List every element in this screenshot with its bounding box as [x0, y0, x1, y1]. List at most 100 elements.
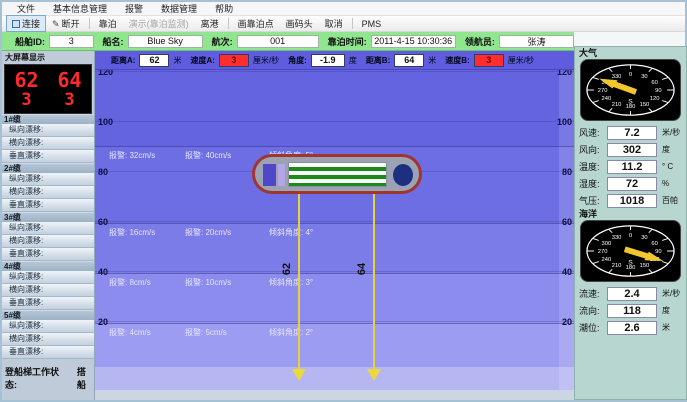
- ship-id-field[interactable]: 3: [49, 35, 94, 48]
- ruler-value-right: 100: [557, 117, 572, 127]
- big-screen-display-title: 大屏幕显示: [2, 51, 94, 64]
- left-sidebar: 大屏幕显示 626433 1#缆纵向漂移:横向漂移:垂直漂移:2#缆纵向漂移:横…: [2, 51, 95, 400]
- menu-item-file[interactable]: 文件: [8, 2, 44, 15]
- environment-panel: 大气 0306090120150180210240270300330S 风速:7…: [574, 46, 687, 400]
- tide-level-label: 潮位:: [579, 321, 607, 334]
- drift-row-3-2[interactable]: 横向漂移:: [2, 235, 94, 248]
- angle-value: -1.9: [311, 54, 345, 67]
- mooring-section-header-5: 5#缆: [2, 310, 94, 320]
- alarm-threshold-line: 报警: 4cm/s报警: 5cm/s倾斜角度: 2°: [95, 323, 574, 338]
- drift-row-5-2[interactable]: 横向漂移:: [2, 333, 94, 346]
- drift-row-4-2[interactable]: 横向漂移:: [2, 284, 94, 297]
- current-speed-unit: 米/秒: [662, 288, 680, 299]
- drift-row-1-2[interactable]: 横向漂移:: [2, 137, 94, 150]
- drift-row-3-3[interactable]: 垂直漂移:: [2, 248, 94, 261]
- drift-row-2-2[interactable]: 横向漂移:: [2, 186, 94, 199]
- svg-text:90: 90: [655, 249, 661, 255]
- ruler-value-right: 80: [562, 167, 572, 177]
- ruler-gridline: [95, 71, 574, 72]
- alarm-tilt-label: 倾斜角度: 4°: [269, 227, 313, 238]
- mooring-section-header-2: 2#缆: [2, 163, 94, 173]
- temperature-value: 11.2: [607, 160, 657, 174]
- speed-b-unit: 厘米/秒: [508, 55, 534, 66]
- led-row: 6264: [5, 70, 91, 90]
- drift-row-1-3[interactable]: 垂直漂移:: [2, 150, 94, 163]
- toolbar-button-disconnect[interactable]: ✎断开: [46, 15, 86, 32]
- ship-top-view: [252, 154, 422, 194]
- measurement-bar: 距离A:62米速度A:3厘米/秒角度:-1.9度距离B:64米速度B:3厘米/秒: [95, 51, 574, 70]
- ruler-value-left: 80: [98, 167, 108, 177]
- speed-a-label: 速度A:: [190, 55, 214, 66]
- svg-text:240: 240: [602, 96, 612, 102]
- menu-item-help[interactable]: 帮助: [206, 2, 242, 15]
- ruler-value-right: 20: [562, 317, 572, 327]
- toolbar-button-draw-berth-point[interactable]: 画靠泊点: [232, 15, 280, 32]
- wind-speed-unit: 米/秒: [662, 127, 680, 138]
- toolbar-button-draw-dock[interactable]: 画码头: [280, 15, 319, 32]
- svg-text:330: 330: [612, 235, 622, 241]
- drift-row-5-3[interactable]: 垂直漂移:: [2, 346, 94, 359]
- drift-row-3-1[interactable]: 纵向漂移:: [2, 222, 94, 235]
- distance-a-label: 距离A:: [111, 55, 135, 66]
- current-direction-unit: 度: [662, 305, 670, 316]
- ocean-readings: 流速:2.4米/秒流向:118度潮位:2.6米: [579, 285, 682, 336]
- mooring-section-header-1: 1#缆: [2, 114, 94, 124]
- drift-row-2-1[interactable]: 纵向漂移:: [2, 173, 94, 186]
- ship-bow: [393, 164, 413, 186]
- toolbar-button-pms[interactable]: PMS: [356, 17, 388, 31]
- led-value: 3: [21, 92, 31, 109]
- wind-speed-row: 风速:7.2米/秒: [579, 124, 682, 141]
- angle-label: 角度:: [288, 55, 307, 66]
- drift-row-4-1[interactable]: 纵向漂移:: [2, 271, 94, 284]
- led-row: 33: [5, 92, 91, 109]
- measure-distance-label-a: 62: [281, 263, 293, 275]
- tide-level-value: 2.6: [607, 321, 657, 335]
- measure-line-b: [373, 194, 375, 371]
- menu-item-basic-info-mgmt[interactable]: 基本信息管理: [44, 2, 116, 15]
- mooring-section-header-4: 4#缆: [2, 261, 94, 271]
- menu-item-alarm[interactable]: 报警: [116, 2, 152, 15]
- weather-panel-title: 大气: [579, 48, 682, 58]
- speed-a-unit: 厘米/秒: [253, 55, 279, 66]
- menu-bar: 文件基本信息管理报警数据管理帮助: [2, 2, 685, 16]
- mooring-section-header-3: 3#缆: [2, 212, 94, 222]
- toolbar-button-berth[interactable]: 靠泊: [93, 15, 123, 32]
- alarm-speed-a-label: 报警: 4cm/s: [109, 327, 185, 338]
- svg-text:30: 30: [641, 74, 647, 80]
- tide-level-row: 潮位:2.6 米: [579, 319, 682, 336]
- alarm-speed-a-label: 报警: 32cm/s: [109, 150, 185, 161]
- pilot-field[interactable]: 张涛: [499, 35, 574, 48]
- toolbar-button-label: 取消: [325, 17, 343, 30]
- svg-text:270: 270: [598, 249, 608, 255]
- wind-direction-unit: 度: [662, 144, 670, 155]
- drift-row-4-3[interactable]: 垂直漂移:: [2, 297, 94, 310]
- svg-text:90: 90: [655, 88, 661, 94]
- alarm-speed-b-label: 报警: 10cm/s: [185, 277, 269, 288]
- angle-unit: 度: [349, 55, 357, 66]
- current-speed-value: 2.4: [607, 287, 657, 301]
- ship-name-field[interactable]: Blue Sky: [128, 35, 203, 48]
- toolbar-button-cancel[interactable]: 取消: [319, 15, 349, 32]
- toolbar-button-depart[interactable]: 离港: [195, 15, 225, 32]
- toolbar-button-connect[interactable]: 连接: [6, 15, 46, 32]
- speed-b-value: 3: [474, 54, 504, 67]
- drift-row-1-1[interactable]: 纵向漂移:: [2, 124, 94, 137]
- berth-time-field[interactable]: 2011-4-15 10:30:36: [371, 35, 456, 48]
- humidity-value: 72: [607, 177, 657, 191]
- voyage-field[interactable]: 001: [237, 35, 319, 48]
- drift-row-5-1[interactable]: 纵向漂移:: [2, 320, 94, 333]
- tide-level-unit: 米: [662, 322, 670, 333]
- ocean-panel-title: 海洋: [579, 209, 682, 219]
- connect-icon: [12, 20, 20, 28]
- svg-text:60: 60: [651, 80, 657, 86]
- alarm-threshold-line: 报警: 16cm/s报警: 20cm/s倾斜角度: 4°: [95, 223, 574, 238]
- gangway-status-value: 搭船: [77, 365, 94, 391]
- drift-row-2-3[interactable]: 垂直漂移:: [2, 199, 94, 212]
- berthing-canvas: 距离A:62米速度A:3厘米/秒角度:-1.9度距离B:64米速度B:3厘米/秒…: [95, 51, 574, 400]
- menu-item-data-mgmt[interactable]: 数据管理: [152, 2, 206, 15]
- alarm-speed-b-label: 报警: 20cm/s: [185, 227, 269, 238]
- wind-direction-label: 风向:: [579, 143, 607, 156]
- toolbar-button-label: 断开: [62, 17, 80, 30]
- distance-b-label: 距离B:: [366, 55, 390, 66]
- measure-distance-label-b: 64: [356, 263, 368, 275]
